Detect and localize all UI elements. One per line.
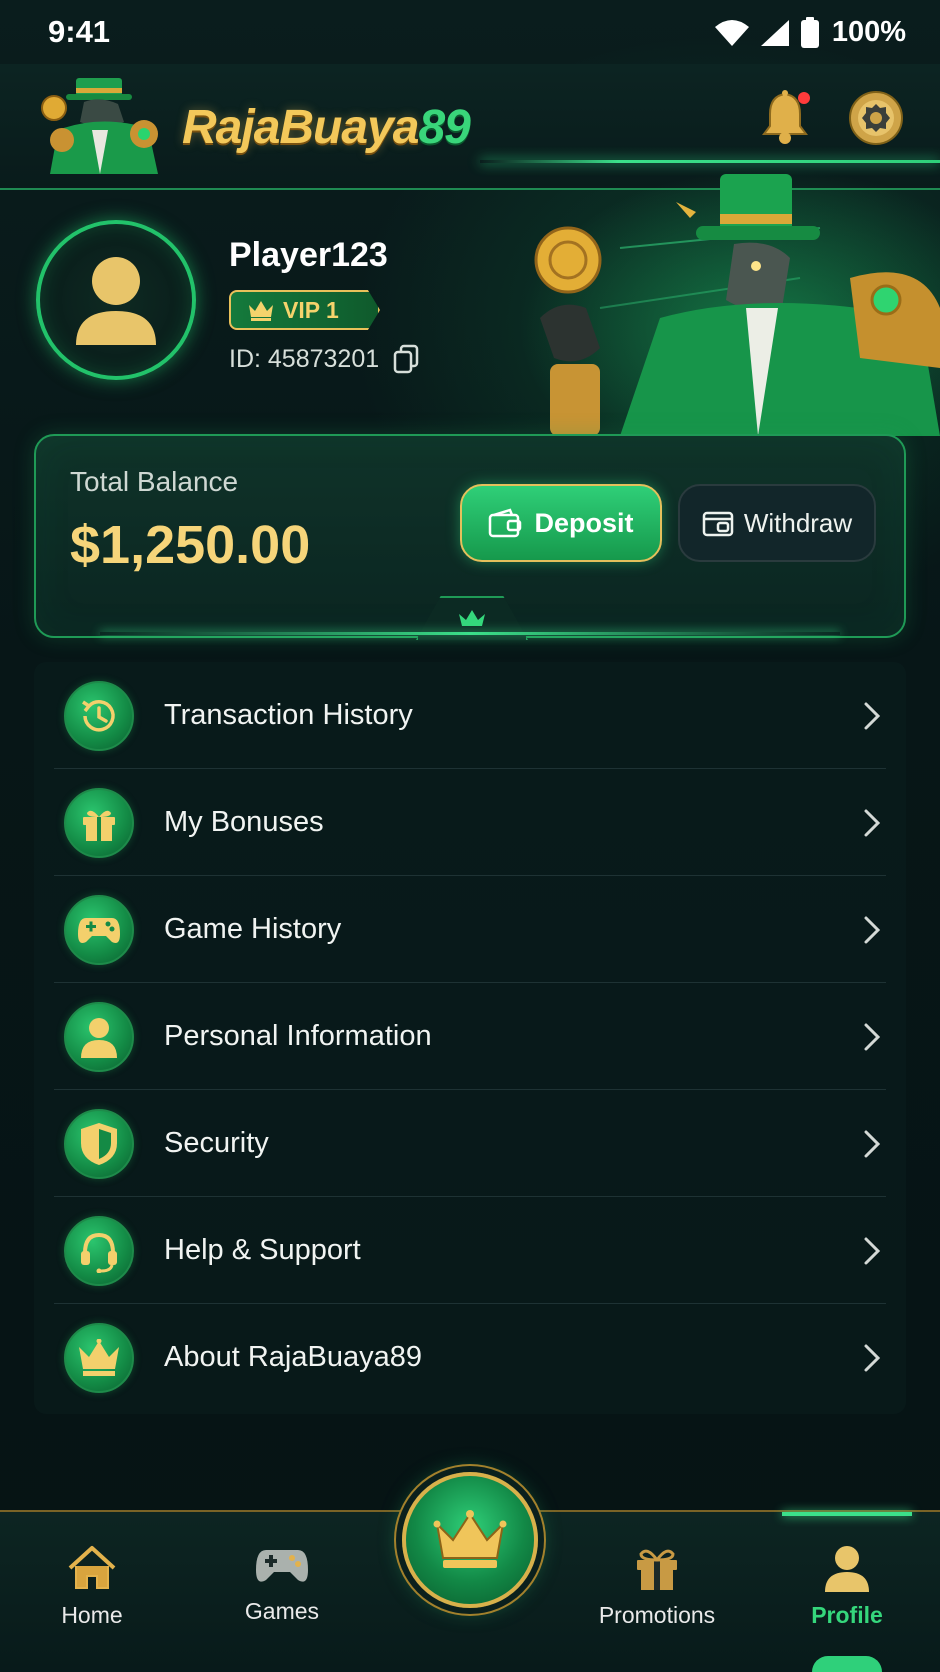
nav-label: Profile <box>811 1602 883 1628</box>
status-icons: 100% <box>714 16 906 49</box>
menu-item-label: Transaction History <box>164 699 413 731</box>
balance-card: Total Balance $1,250.00 Deposit Withdraw <box>34 434 906 640</box>
vip-level: VIP 1 <box>283 296 339 323</box>
nav-label: Games <box>244 1598 320 1624</box>
menu-item-about[interactable]: About RajaBuaya89 <box>34 1304 906 1411</box>
chevron-right-icon <box>864 1237 881 1264</box>
balance-glow <box>100 632 840 635</box>
crown-icon <box>433 1510 507 1568</box>
player-id: ID: 45873201 <box>229 344 380 373</box>
status-time: 9:41 <box>48 14 111 49</box>
menu-item-label: Personal Information <box>164 1020 432 1052</box>
gift-icon <box>64 787 134 858</box>
menu-item-security[interactable]: Security <box>34 1090 906 1197</box>
home-indicator <box>812 1656 882 1672</box>
nav-item-profile[interactable]: Profile <box>772 1544 922 1629</box>
logo-text-main: RajaBuaya <box>182 101 419 154</box>
gear-icon <box>849 91 903 145</box>
user-icon <box>76 257 156 345</box>
nav-item-home[interactable]: Home <box>17 1544 167 1629</box>
nav-label: Home <box>61 1602 123 1628</box>
chevron-right-icon <box>864 1344 881 1371</box>
gift-icon <box>637 1549 677 1590</box>
deposit-button[interactable]: Deposit <box>460 484 662 562</box>
status-bar: 9:41 100% <box>0 0 940 64</box>
notification-badge <box>798 92 810 104</box>
gamepad-icon <box>256 1550 308 1582</box>
crown-icon <box>249 301 273 321</box>
chevron-right-icon <box>864 1130 881 1157</box>
nav-label: Promotions <box>598 1602 716 1628</box>
menu-item-label: My Bonuses <box>164 806 324 838</box>
menu-item-label: Security <box>164 1127 269 1159</box>
history-icon <box>64 680 134 751</box>
menu-item-label: Help & Support <box>164 1234 361 1266</box>
nav-center-button[interactable] <box>402 1472 538 1608</box>
app-logo[interactable]: RajaBuaya89 <box>182 100 471 155</box>
balance-amount: $1,250.00 <box>70 515 311 575</box>
avatar[interactable] <box>36 220 196 380</box>
balance-label: Total Balance <box>70 466 239 497</box>
menu-item-help-support[interactable]: Help & Support <box>34 1197 906 1304</box>
chevron-right-icon <box>864 916 881 943</box>
logo-text-number: 89 <box>418 101 470 154</box>
menu-item-game-history[interactable]: Game History <box>34 876 906 983</box>
headset-icon <box>64 1215 134 1286</box>
nav-active-indicator <box>782 1512 912 1516</box>
home-icon <box>68 1546 116 1589</box>
copy-icon[interactable] <box>393 344 419 374</box>
user-icon <box>64 1001 134 1072</box>
menu-list: Transaction History My Bonuses Game Hist… <box>34 662 906 1414</box>
menu-item-transaction-history[interactable]: Transaction History <box>34 662 906 769</box>
user-icon <box>825 1546 869 1592</box>
wallet-icon <box>489 508 522 538</box>
crown-icon <box>64 1322 134 1393</box>
wifi-icon <box>714 19 749 46</box>
crown-icon <box>459 610 485 626</box>
menu-item-my-bonuses[interactable]: My Bonuses <box>34 769 906 876</box>
notifications-button[interactable] <box>758 88 812 146</box>
withdraw-label: Withdraw <box>743 507 853 538</box>
header-glow <box>480 160 940 163</box>
nav-item-promotions[interactable]: Promotions <box>582 1544 732 1629</box>
player-name: Player123 <box>229 236 388 274</box>
logo-mascot-image <box>36 70 172 174</box>
menu-item-personal-information[interactable]: Personal Information <box>34 983 906 1090</box>
nav-item-games[interactable]: Games <box>207 1544 357 1625</box>
player-id-row: ID: 45873201 <box>229 344 419 374</box>
chevron-right-icon <box>864 1023 881 1050</box>
withdraw-button[interactable]: Withdraw <box>678 484 876 562</box>
chevron-right-icon <box>864 809 881 836</box>
battery-level: 100% <box>831 16 906 48</box>
vip-badge: VIP 1 <box>229 290 380 330</box>
deposit-label: Deposit <box>534 507 634 538</box>
wallet-icon <box>702 511 734 537</box>
signal-icon <box>760 19 789 46</box>
battery-icon <box>800 16 819 48</box>
mascot-illustration <box>520 168 940 436</box>
shield-icon <box>64 1108 134 1179</box>
chevron-right-icon <box>864 702 881 729</box>
gamepad-icon <box>64 894 134 965</box>
menu-item-label: About RajaBuaya89 <box>164 1341 422 1373</box>
menu-item-label: Game History <box>164 913 342 945</box>
settings-button[interactable] <box>848 90 904 146</box>
